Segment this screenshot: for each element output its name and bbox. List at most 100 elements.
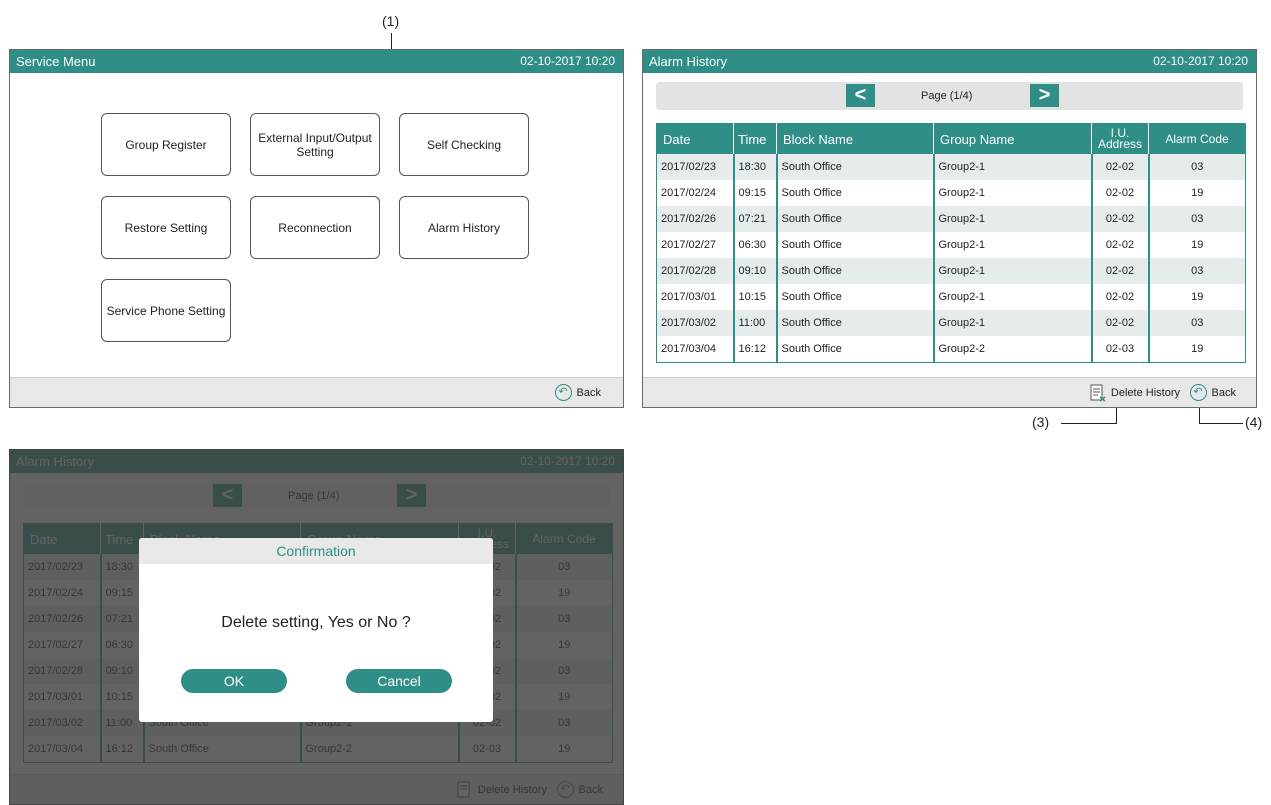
delete-history-button[interactable]: Delete History (1090, 384, 1180, 402)
iu-address-cell: 02-02 (1091, 310, 1150, 336)
date-cell: 2017/02/26 (656, 206, 735, 232)
alarm-history-button[interactable]: Alarm History (399, 196, 529, 259)
block-name-cell: South Office (776, 180, 935, 206)
block-name-cell: South Office (776, 284, 935, 310)
block-name-cell: South Office (776, 232, 935, 258)
alarm-code-cell: 03 (1148, 154, 1246, 180)
time-cell: 16:12 (733, 336, 778, 363)
group-register-button[interactable]: Group Register (101, 113, 231, 176)
iu-address-cell: 02-02 (1091, 206, 1150, 232)
service-menu-title: Service Menu (16, 54, 96, 69)
service-menu-screen: Service Menu 02-10-2017 10:20 Group Regi… (9, 49, 624, 408)
callout-3: (3) (1032, 414, 1050, 430)
group-name-cell: Group2-1 (933, 206, 1093, 232)
service-menu-back-button[interactable]: ↶ Back (554, 384, 601, 401)
dialog-title: Confirmation (139, 538, 493, 564)
pagination-bar: < Page (1/4) > (656, 82, 1243, 110)
alarm-code-cell: 19 (1191, 187, 1204, 199)
group-name-cell: Group2-1 (933, 232, 1093, 258)
col-block-name: Block Name (776, 123, 934, 154)
dialog-message: Delete setting, Yes or No ? (221, 614, 411, 631)
table-row: 2017/02/26 07:21 South Office Group2-1 02-02… (656, 206, 1246, 232)
back-label: Back (576, 386, 601, 399)
service-menu-footer: ↶ Back (10, 377, 623, 407)
confirmation-dialog: Confirmation Delete setting, Yes or No ?… (139, 538, 493, 722)
iu-address-cell: 02-02 (1091, 180, 1150, 206)
self-checking-button[interactable]: Self Checking (399, 113, 529, 176)
table-row: 2017/03/04 16:12 South Office Group2-2 02-03… (656, 336, 1246, 363)
alarm-history-datetime: 02-10-2017 10:20 (1153, 54, 1248, 68)
back-arrow-icon: ↶ (1189, 384, 1207, 401)
group-name-cell: Group2-1 (933, 154, 1093, 180)
time-cell: 09:15 (733, 180, 778, 206)
block-name-cell: South Office (776, 258, 935, 284)
service-menu-datetime: 02-10-2017 10:20 (520, 54, 615, 68)
col-date: Date (656, 123, 734, 154)
table-row: 2017/02/27 06:30 South Office Group2-1 02-02… (656, 232, 1246, 258)
back-arrow-icon: ↶ (554, 384, 572, 401)
alarm-code-cell: 19 (1191, 343, 1204, 355)
restore-setting-button[interactable]: Restore Setting (101, 196, 231, 259)
service-phone-setting-button[interactable]: Service Phone Setting (101, 279, 231, 342)
alarm-history-titlebar: Alarm History 02-10-2017 10:20 (643, 50, 1256, 73)
iu-address-cell: 02-02 (1091, 232, 1150, 258)
group-name-cell: Group2-1 (933, 284, 1093, 310)
date-cell: 2017/03/04 (656, 336, 735, 363)
time-cell: 06:30 (733, 232, 778, 258)
prev-page-button[interactable]: < (846, 84, 875, 107)
page-indicator: Page (1/4) (921, 90, 973, 102)
confirmation-screen: Alarm History 02-10-2017 10:20 < Page (1… (9, 449, 624, 805)
date-cell: 2017/02/28 (656, 258, 735, 284)
group-name-cell: Group2-2 (933, 336, 1093, 363)
date-cell: 2017/03/01 (656, 284, 735, 310)
col-alarm-code: Alarm Code (1148, 123, 1246, 154)
back-label: Back (1211, 386, 1236, 399)
block-name-cell: South Office (776, 154, 935, 180)
next-page-button[interactable]: > (1030, 84, 1059, 107)
alarm-code-cell: 03 (1148, 310, 1246, 336)
date-cell: 2017/02/24 (656, 180, 735, 206)
alarm-history-footer: Delete History ↶ Back (643, 377, 1256, 407)
document-delete-icon (1090, 384, 1106, 402)
ok-button[interactable]: OK (181, 669, 287, 693)
alarm-history-table: Date Time Block Name Group Name I.U. Add… (656, 123, 1246, 363)
reconnection-button[interactable]: Reconnection (250, 196, 380, 259)
alarm-code-cell: 03 (1148, 258, 1246, 284)
alarm-history-back-button[interactable]: ↶ Back (1189, 384, 1236, 401)
callout-4-line (1199, 423, 1243, 424)
col-time: Time (733, 123, 777, 154)
table-row: 2017/02/24 09:15 South Office Group2-1 02-02… (656, 180, 1246, 206)
alarm-code-cell: 19 (1191, 291, 1204, 303)
table-row: 2017/02/28 09:10 South Office Group2-1 02-02… (656, 258, 1246, 284)
table-row: 2017/02/23 18:30 South Office Group2-1 02-02… (656, 154, 1246, 180)
alarm-history-title: Alarm History (649, 54, 728, 69)
iu-address-cell: 02-02 (1091, 154, 1150, 180)
callout-4: (4) (1245, 414, 1263, 430)
callout-3-line (1061, 423, 1116, 424)
table-row: 2017/03/02 11:00 South Office Group2-1 02-02… (656, 310, 1246, 336)
table-row: 2017/03/01 10:15 South Office Group2-1 02-02… (656, 284, 1246, 310)
group-name-cell: Group2-1 (933, 258, 1093, 284)
alarm-history-screen: Alarm History 02-10-2017 10:20 < Page (1… (642, 49, 1257, 408)
group-name-cell: Group2-1 (933, 310, 1093, 336)
time-cell: 18:30 (733, 154, 778, 180)
time-cell: 10:15 (733, 284, 778, 310)
date-cell: 2017/03/02 (656, 310, 735, 336)
time-cell: 07:21 (733, 206, 778, 232)
external-io-setting-button[interactable]: External Input/Output Setting (250, 113, 380, 176)
group-name-cell: Group2-1 (933, 180, 1093, 206)
date-cell: 2017/02/23 (656, 154, 735, 180)
col-iu-address: I.U. Address (1091, 123, 1149, 154)
block-name-cell: South Office (776, 336, 935, 363)
block-name-cell: South Office (776, 206, 935, 232)
date-cell: 2017/02/27 (656, 232, 735, 258)
col-group-name: Group Name (933, 123, 1092, 154)
alarm-code-cell: 19 (1191, 239, 1204, 251)
service-menu-titlebar: Service Menu 02-10-2017 10:20 (10, 50, 623, 73)
time-cell: 11:00 (733, 310, 778, 336)
cancel-button[interactable]: Cancel (346, 669, 452, 693)
delete-history-label: Delete History (1110, 387, 1180, 399)
block-name-cell: South Office (776, 310, 935, 336)
iu-address-cell: 02-02 (1091, 258, 1150, 284)
alarm-code-cell: 03 (1148, 206, 1246, 232)
